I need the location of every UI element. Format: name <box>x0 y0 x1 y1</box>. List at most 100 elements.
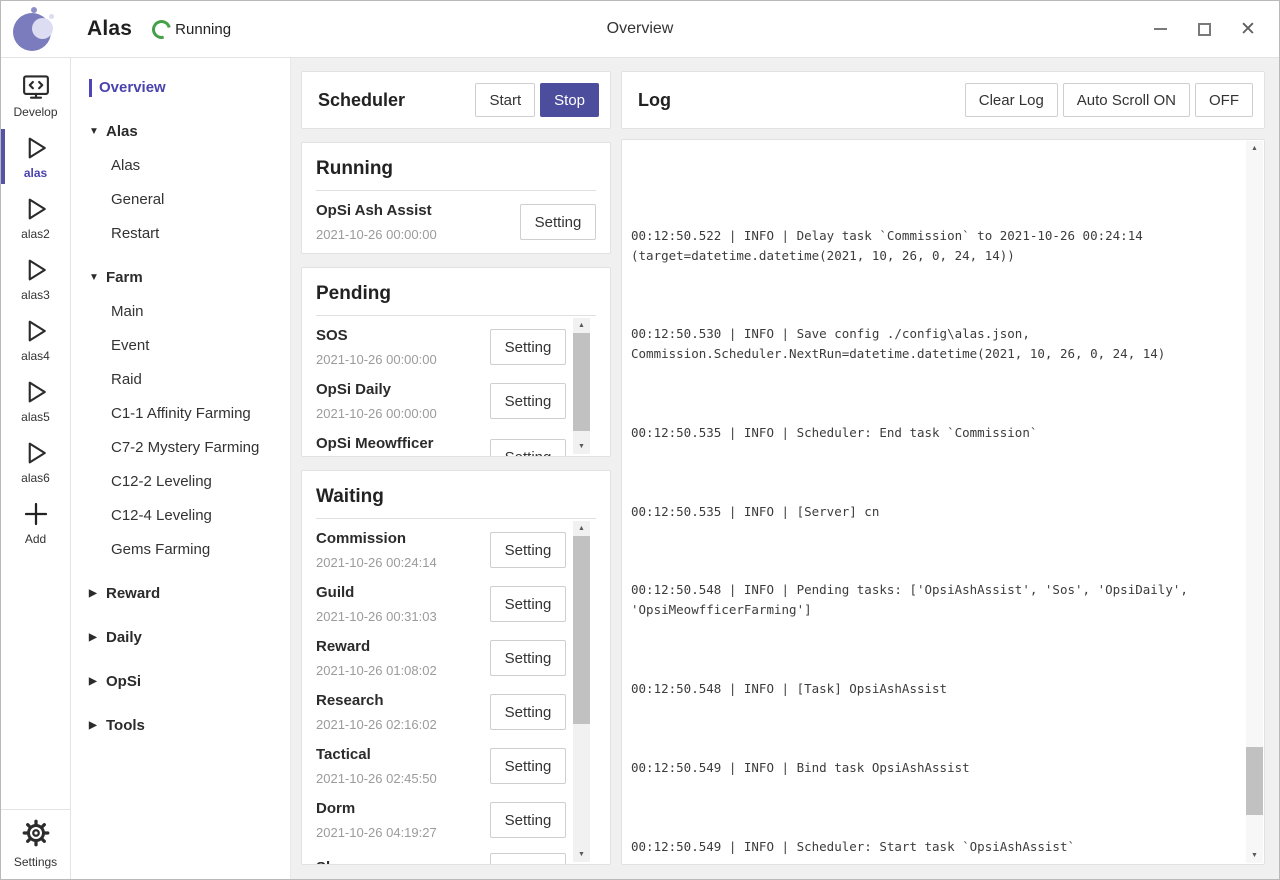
close-button[interactable]: ✕ <box>1233 14 1263 44</box>
content-area: Scheduler Start Stop Running OpSi Ash As… <box>291 58 1279 879</box>
play-icon <box>21 133 51 163</box>
scroll-up-icon[interactable]: ▲ <box>573 521 590 536</box>
play-icon <box>21 438 51 468</box>
rail-item-add[interactable]: Add <box>1 493 70 552</box>
nav-group-alas[interactable]: ▼ Alas <box>89 122 290 142</box>
log-line: 00:12:50.535 | INFO | Scheduler: End tas… <box>631 423 1238 443</box>
setting-button[interactable]: Setting <box>490 694 566 730</box>
task-name: SOS <box>316 326 437 346</box>
setting-button[interactable]: Setting <box>490 383 566 419</box>
task-time: 2021-10-26 02:45:50 <box>316 771 437 787</box>
start-button[interactable]: Start <box>475 83 535 117</box>
waiting-card: Waiting Commission 2021-10-26 00:24:14 <box>301 470 611 865</box>
task-name: Research <box>316 691 437 711</box>
nav-item-c122-leveling[interactable]: C12-2 Leveling <box>89 472 290 492</box>
task-row: Commission 2021-10-26 00:24:14 Setting <box>316 523 566 577</box>
maximize-button[interactable] <box>1189 14 1219 44</box>
status-label: Running <box>175 21 231 38</box>
nav-item-c72-mystery-farming[interactable]: C7-2 Mystery Farming <box>89 438 290 458</box>
setting-button[interactable]: Setting <box>490 748 566 784</box>
running-title: Running <box>316 143 596 191</box>
setting-button[interactable]: Setting <box>490 640 566 676</box>
scrollbar-thumb[interactable] <box>573 333 590 431</box>
auto-scroll-off-button[interactable]: OFF <box>1195 83 1253 117</box>
scroll-down-icon[interactable]: ▼ <box>573 847 590 862</box>
nav-item-restart[interactable]: Restart <box>89 224 290 244</box>
nav-item-alas[interactable]: Alas <box>89 156 290 176</box>
rail-item-develop[interactable]: Develop <box>1 66 70 125</box>
scroll-up-icon[interactable]: ▲ <box>1246 141 1263 156</box>
setting-button[interactable]: Setting <box>490 586 566 622</box>
task-name: Guild <box>316 583 437 603</box>
tree-arrow-icon: ▶ <box>89 628 106 648</box>
scroll-up-icon[interactable]: ▲ <box>573 318 590 333</box>
log-line: 00:12:50.549 | INFO | Scheduler: Start t… <box>631 837 1238 857</box>
spinner-icon <box>149 16 175 42</box>
task-row: Shop Setting <box>316 847 566 864</box>
task-row: Research 2021-10-26 02:16:02 Setting <box>316 685 566 739</box>
nav-item-gems-farming[interactable]: Gems Farming <box>89 540 290 560</box>
rail-item-settings[interactable]: Settings <box>1 809 70 879</box>
task-time: 2021-10-26 00:00:00 <box>316 227 437 243</box>
scrollbar-thumb[interactable] <box>573 536 590 724</box>
nav-item-raid[interactable]: Raid <box>89 370 290 390</box>
nav-group-daily[interactable]: ▶ Daily <box>89 628 290 648</box>
nav-item-main[interactable]: Main <box>89 302 290 322</box>
waiting-scrollbar[interactable]: ▲ ▼ <box>573 521 590 862</box>
nav-item-general[interactable]: General <box>89 190 290 210</box>
nav-item-overview[interactable]: Overview <box>89 78 290 98</box>
rail-item-alas[interactable]: alas <box>1 127 70 186</box>
pending-scrollbar[interactable]: ▲ ▼ <box>573 318 590 454</box>
stop-button[interactable]: Stop <box>540 83 599 117</box>
minimize-button[interactable] <box>1145 14 1175 44</box>
rail-item-alas2[interactable]: alas2 <box>1 188 70 247</box>
setting-button[interactable]: Setting <box>490 802 566 838</box>
nav-item-c124-leveling[interactable]: C12-4 Leveling <box>89 506 290 526</box>
log-line: 00:12:50.522 | INFO | Delay task `Commis… <box>631 226 1238 265</box>
task-time: 2021-10-26 02:16:02 <box>316 717 437 733</box>
auto-scroll-on-button[interactable]: Auto Scroll ON <box>1063 83 1190 117</box>
pending-title: Pending <box>316 268 596 316</box>
task-name: OpSi Meowfficer Farming <box>316 434 490 456</box>
nav-item-c11-affinity-farming[interactable]: C1-1 Affinity Farming <box>89 404 290 424</box>
titlebar: Alas Running Overview ✕ <box>1 1 1279 58</box>
scroll-down-icon[interactable]: ▼ <box>573 439 590 454</box>
nav-item-event[interactable]: Event <box>89 336 290 356</box>
log-line: 00:12:50.548 | INFO | [Task] OpsiAshAssi… <box>631 679 1238 699</box>
nav-group-opsi[interactable]: ▶ OpSi <box>89 672 290 692</box>
scrollbar-thumb[interactable] <box>1246 747 1263 815</box>
task-row: Reward 2021-10-26 01:08:02 Setting <box>316 631 566 685</box>
log-header-card: Log Clear Log Auto Scroll ON OFF <box>621 71 1265 129</box>
tree-arrow-icon: ▶ <box>89 672 106 692</box>
setting-button[interactable]: Setting <box>490 439 566 456</box>
log-panel[interactable]: 00:12:50.522 | INFO | Delay task `Commis… <box>621 139 1265 865</box>
nav-group-farm[interactable]: ▼ Farm <box>89 268 290 288</box>
rail-item-alas3[interactable]: alas3 <box>1 249 70 308</box>
nav-group-tools[interactable]: ▶ Tools <box>89 716 290 736</box>
setting-button[interactable]: Setting <box>490 329 566 365</box>
waiting-title: Waiting <box>316 471 596 519</box>
task-time: 2021-10-26 04:19:27 <box>316 825 437 841</box>
rail-item-alas4[interactable]: alas4 <box>1 310 70 369</box>
settings-label: Settings <box>14 855 57 869</box>
play-icon <box>21 255 51 285</box>
task-name: OpSi Ash Assist <box>316 201 437 221</box>
log-line: 00:12:50.535 | INFO | [Server] cn <box>631 502 1238 522</box>
tree-arrow-icon: ▼ <box>89 122 106 142</box>
nav-group-reward[interactable]: ▶ Reward <box>89 584 290 604</box>
setting-button[interactable]: Setting <box>520 204 596 240</box>
log-scrollbar[interactable]: ▲ ▼ <box>1246 141 1263 863</box>
setting-button[interactable]: Setting <box>490 532 566 568</box>
rail-item-alas6[interactable]: alas6 <box>1 432 70 491</box>
task-row: OpSi Daily 2021-10-26 00:00:00 Setting <box>316 374 566 428</box>
setting-button[interactable]: Setting <box>490 853 566 864</box>
clear-log-button[interactable]: Clear Log <box>965 83 1058 117</box>
scroll-down-icon[interactable]: ▼ <box>1246 848 1263 863</box>
app-logo-icon <box>11 6 57 52</box>
rail-item-alas5[interactable]: alas5 <box>1 371 70 430</box>
pending-card: Pending SOS 2021-10-26 00:00:00 Set <box>301 267 611 457</box>
status-indicator: Running <box>152 20 231 39</box>
scheduler-card: Scheduler Start Stop <box>301 71 611 129</box>
log-title: Log <box>638 90 965 111</box>
task-row: OpSi Ash Assist 2021-10-26 00:00:00 Sett… <box>316 195 596 249</box>
